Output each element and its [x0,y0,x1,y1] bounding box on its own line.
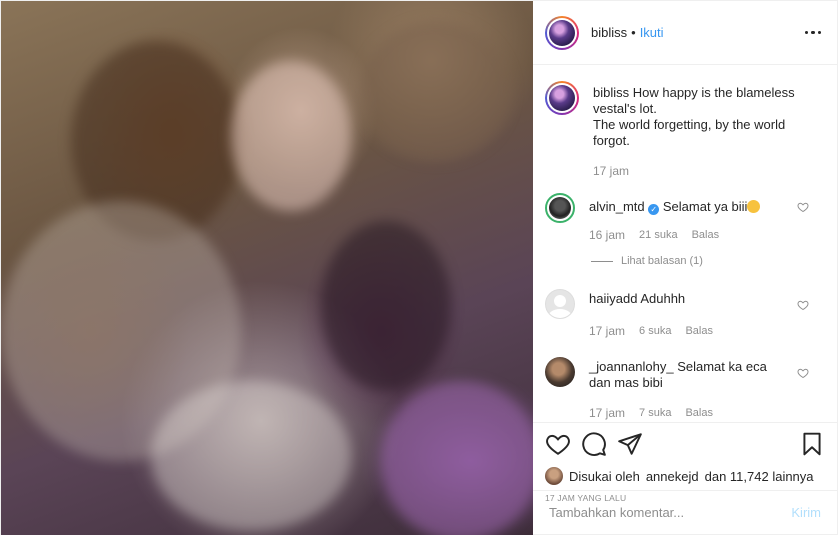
caption-avatar[interactable] [545,81,579,115]
view-replies-label: Lihat balasan (1) [621,255,703,267]
comment-text: Aduhhh [640,291,686,306]
liked-by-others[interactable]: dan 11,742 lainnya [705,469,814,484]
commenter-username[interactable]: _joannanlohy_ [589,359,674,374]
post-photo[interactable] [1,1,533,535]
verified-badge-icon: ✓ [648,204,660,215]
save-bookmark-icon[interactable] [799,431,825,457]
commenter-avatar[interactable] [545,193,575,223]
caption: bibliss How happy is the blameless vesta… [545,81,821,179]
comment-like-heart-icon[interactable] [797,299,809,311]
comment-item: _joannanlohy_ Selamat ka eca dan mas bib… [545,357,821,421]
comment-time[interactable]: 17 jam [589,405,625,421]
post-sidebar: bibliss • Ikuti bibliss How happy is the… [533,1,837,534]
post-comment-button[interactable]: Kirim [791,505,821,520]
comment-like-heart-icon[interactable] [797,367,809,379]
comment-likes[interactable]: 7 suka [639,405,671,421]
like-heart-icon[interactable] [545,431,571,457]
post-actions: Disukai oleh annekejd dan 11,742 lainnya… [533,422,837,534]
caption-time[interactable]: 17 jam [593,163,629,179]
reply-button[interactable]: Balas [685,323,713,339]
comment-item: alvin_mtd ✓ Selamat ya biii 16 jam 21 su… [545,193,821,243]
commenter-avatar[interactable] [545,289,575,319]
comment-time[interactable]: 17 jam [589,323,625,339]
liked-by: Disukai oleh annekejd dan 11,742 lainnya [545,467,825,485]
author-avatar[interactable] [545,15,579,50]
liked-by-prefix: Disukai oleh [569,468,640,484]
more-options-icon[interactable] [804,25,821,41]
comment-item: haiiyadd Aduhhh 17 jam 6 suka Balas [545,289,821,339]
action-icons [545,429,825,459]
caption-line-2: The world forgetting, by the world forgo… [593,117,786,148]
add-comment-bar: Kirim [533,490,837,534]
comment-bubble-icon[interactable] [581,431,607,457]
reply-button[interactable]: Balas [685,405,713,421]
post-dialog: bibliss • Ikuti bibliss How happy is the… [0,0,838,535]
caption-username[interactable]: bibliss [593,85,629,100]
comment-time[interactable]: 16 jam [589,227,625,243]
comment-likes[interactable]: 21 suka [639,227,678,243]
separator-dot: • [631,25,636,40]
add-comment-input[interactable] [549,505,792,520]
liker-avatar[interactable] [545,467,563,485]
replies-line [591,260,613,262]
smiling-face-emoji-icon [747,200,761,213]
reply-button[interactable]: Balas [692,227,720,243]
share-paper-plane-icon[interactable] [617,431,643,457]
comment-text: Selamat ya biii [662,199,748,214]
author-username[interactable]: bibliss [591,25,627,40]
commenter-username[interactable]: haiiyadd [589,291,637,306]
caption-text: bibliss How happy is the blameless vesta… [593,85,821,149]
commenter-avatar[interactable] [545,357,575,387]
view-replies-button[interactable]: Lihat balasan (1) [591,255,821,267]
author-info: bibliss • Ikuti [591,25,664,40]
post-header: bibliss • Ikuti [533,1,837,65]
comment-likes[interactable]: 6 suka [639,323,671,339]
commenter-username[interactable]: alvin_mtd [589,199,645,214]
comments-list: bibliss How happy is the blameless vesta… [533,65,837,422]
follow-button[interactable]: Ikuti [640,25,664,40]
comment-like-heart-icon[interactable] [797,201,809,213]
liked-by-user[interactable]: annekejd [646,469,699,484]
